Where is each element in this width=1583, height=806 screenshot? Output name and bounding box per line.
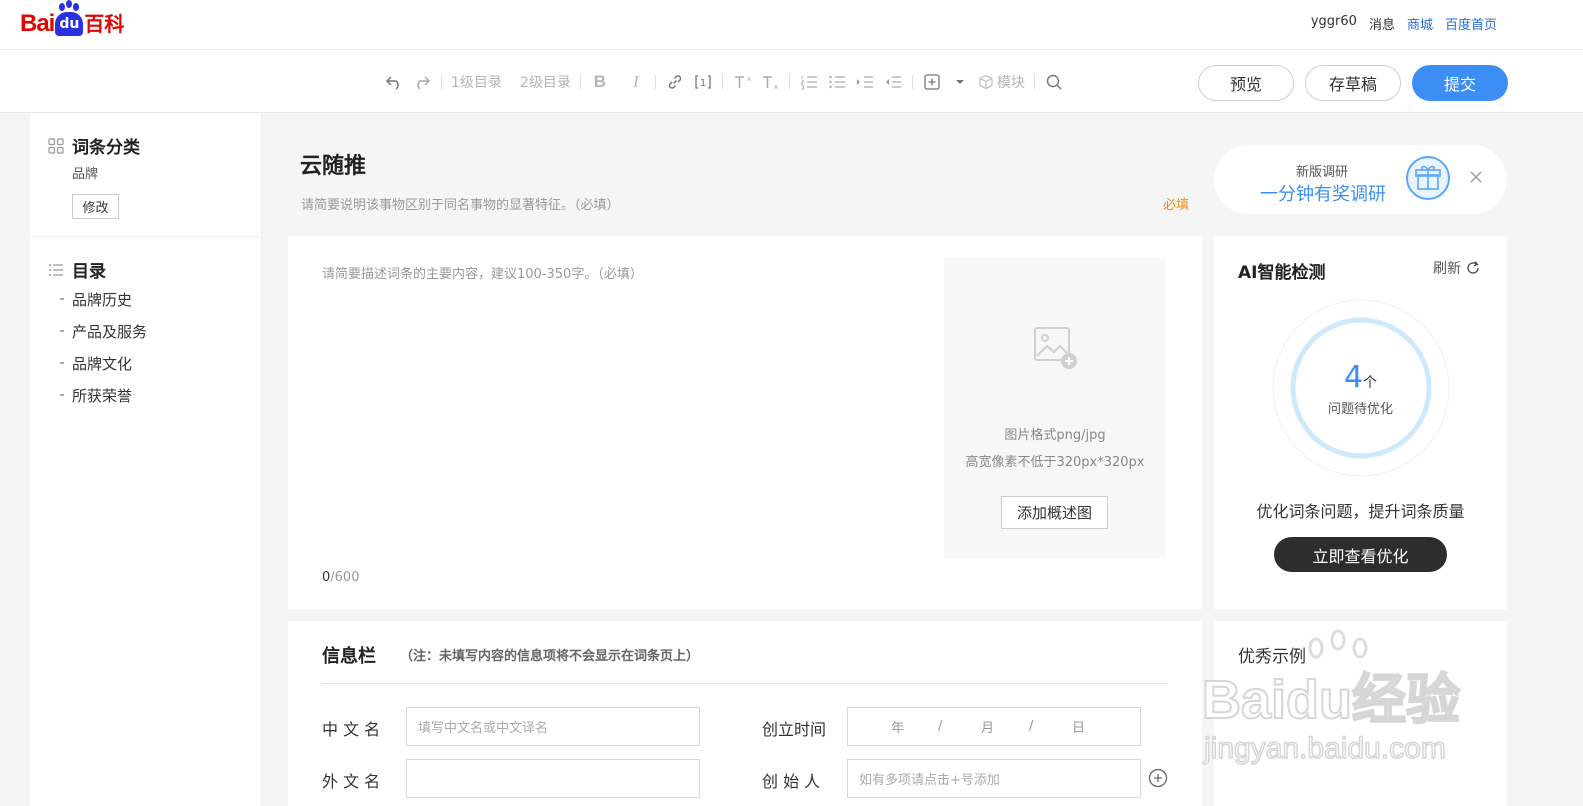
toc-item-brand-culture[interactable]: 品牌文化 [58,352,147,384]
bullet-list-icon[interactable] [823,68,851,96]
reference-icon[interactable]: 1 [689,68,717,96]
examples-title[interactable]: 优秀示例 [1238,642,1306,667]
info-box-card: 信息栏 （注：未填写内容的信息项将不会显示在词条页上） 中 文 名 填写中文名或… [288,621,1202,806]
info-divider [322,683,1168,684]
survey-banner[interactable]: 新版调研 一分钟有奖调研 [1214,145,1507,214]
founded-label: 创立时间 [762,720,827,739]
cube-icon [979,74,993,90]
refresh-button[interactable]: 刷新 [1433,258,1481,278]
toolbar-divider [579,75,581,89]
top-bar: Bai du 百科 yggr60 消息 商城 百度首页 [0,0,1583,50]
list-icon [49,263,63,276]
info-box-title: 信息栏 [322,646,376,667]
subscript-icon[interactable]: x [756,68,784,96]
ai-check-title: AI智能检测 [1238,263,1326,283]
format-tools: 1级目录 2级目录 B I 1 x x 模块 [380,68,1068,96]
svg-text:1: 1 [700,78,706,89]
required-mark: 必填 [1163,198,1190,213]
svg-text:x: x [774,83,778,91]
redo-icon[interactable] [408,68,436,96]
italic-button[interactable]: I [622,68,650,96]
en-name-input[interactable] [406,759,700,798]
examples-card: 优秀示例 [1214,621,1507,806]
toc-item-honors[interactable]: 所获荣誉 [58,384,147,416]
founder-label: 创 始 人 [762,772,821,791]
image-format-hint: 图片格式png/jpg [1004,428,1106,443]
module-button[interactable]: 模块 [974,68,1029,96]
editor-toolbar: 1级目录 2级目录 B I 1 x x 模块 预览 存草稿 提交 [0,50,1583,113]
add-summary-image-button[interactable]: 添加概述图 [1001,496,1108,529]
outdent-icon[interactable] [879,68,907,96]
image-add-icon [1034,327,1077,369]
ordered-list-icon[interactable] [795,68,823,96]
toc-heading: 目录 [48,257,106,282]
baidu-baike-logo[interactable]: Bai du 百科 [20,3,124,42]
info-box-note: （注：未填写内容的信息项将不会显示在词条页上） [400,649,700,664]
heading2-button[interactable]: 2级目录 [516,68,575,96]
cn-name-label: 中 文 名 [322,720,381,739]
date-separator: / [1029,719,1034,734]
heading1-button[interactable]: 1级目录 [447,68,506,96]
search-icon[interactable] [1040,68,1068,96]
en-name-label: 外 文 名 [322,772,381,791]
issue-count: 4个 [1343,360,1378,395]
top-links: yggr60 消息 商城 百度首页 [1311,14,1497,33]
image-size-hint: 高宽像素不低于320px*320px [965,455,1145,470]
mall-link[interactable]: 商城 [1407,14,1433,33]
issue-count-label: 问题待优化 [1327,402,1393,417]
toolbar-divider [788,75,790,89]
toc-item-brand-history[interactable]: 品牌历史 [58,288,147,320]
category-value: 品牌 [72,167,99,182]
undo-icon[interactable] [380,68,408,96]
summary-image-upload: 图片格式png/jpg 高宽像素不低于320px*320px 添加概述图 [944,258,1166,558]
date-separator: / [938,719,943,734]
toc-item-products-services[interactable]: 产品及服务 [58,320,147,352]
cn-name-input[interactable]: 填写中文名或中文译名 [406,707,700,746]
summary-input[interactable]: 请简要描述词条的主要内容，建议100-350字。（必填） [322,263,643,282]
category-heading: 词条分类 [48,133,140,158]
year-field: 年 [891,721,905,736]
superscript-icon[interactable]: x [728,68,756,96]
add-founder-icon[interactable] [1148,768,1168,788]
bold-button[interactable]: B [586,68,614,96]
title-description-input[interactable]: 请简要说明该事物区别于同名事物的显著特征。（必填） [301,194,620,213]
char-counter: 0/600 [322,570,360,585]
sidebar-divider [30,236,262,237]
submit-button[interactable]: 提交 [1412,65,1508,101]
founder-input[interactable]: 如有多项请点击+号添加 [847,759,1141,798]
summary-editor-card: 请简要描述词条的主要内容，建议100-350字。（必填） 0/600 图片格式p… [288,236,1202,609]
entry-title[interactable]: 云随推 [300,148,366,180]
survey-link[interactable]: 一分钟有奖调研 [1260,180,1386,206]
baidu-home-link[interactable]: 百度首页 [1445,14,1497,33]
svg-text:x: x [747,75,751,83]
user-name[interactable]: yggr60 [1311,14,1357,33]
modify-category-button[interactable]: 修改 [72,194,119,219]
toolbar-divider [911,75,913,89]
link-icon[interactable] [661,68,689,96]
gift-icon [1406,156,1450,200]
toolbar-divider [441,75,442,89]
grid-icon [48,137,64,154]
toolbar-divider [654,75,656,89]
left-sidebar: 词条分类 品牌 修改 目录 品牌历史 产品及服务 品牌文化 所获荣誉 [30,113,262,806]
month-field: 月 [981,721,995,736]
ai-check-description: 优化词条问题，提升词条质量 [1256,502,1465,521]
toc-list: 品牌历史 产品及服务 品牌文化 所获荣誉 [58,288,147,416]
toolbar-divider [1033,75,1035,89]
insert-dropdown-icon[interactable] [946,68,974,96]
toolbar-divider [721,75,723,89]
save-draft-button[interactable]: 存草稿 [1305,65,1401,101]
refresh-icon [1467,261,1479,274]
ai-check-card: AI智能检测 刷新 4个 问题待优化 优化词条问题，提升词条质量 立即查看优化 [1214,236,1507,609]
preview-button[interactable]: 预览 [1198,65,1294,101]
founded-date-input[interactable]: 年 / 月 / 日 [847,707,1141,746]
indent-icon[interactable] [851,68,879,96]
view-optimization-button[interactable]: 立即查看优化 [1274,537,1447,572]
messages-link[interactable]: 消息 [1369,14,1395,33]
close-icon[interactable] [1468,169,1484,185]
survey-label: 新版调研 [1296,165,1349,180]
day-field: 日 [1072,721,1086,736]
insert-plus-icon[interactable] [918,68,946,96]
